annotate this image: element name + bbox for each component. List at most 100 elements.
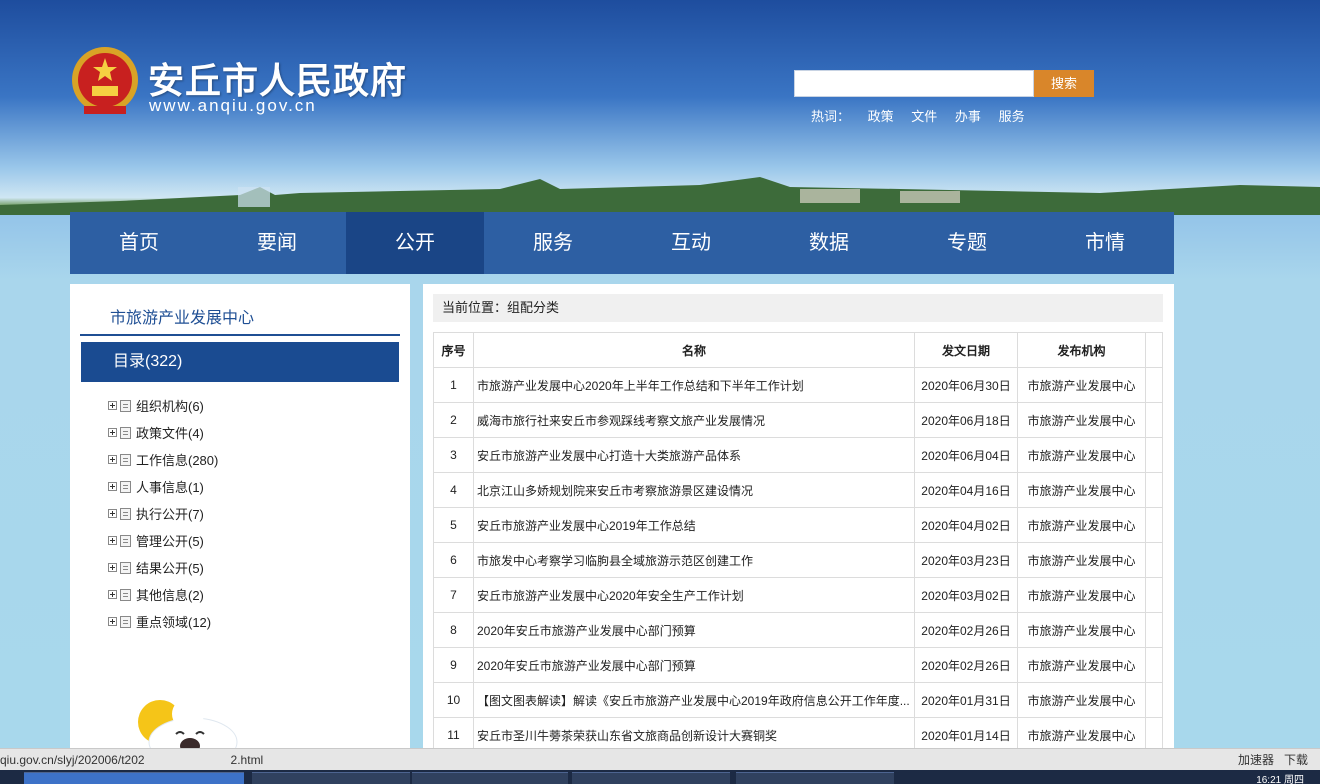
table-row[interactable]: 11 安丘市圣川牛蒡茶荣获山东省文旅商品创新设计大赛铜奖 2020年01月14日 市旅…	[433, 717, 1163, 748]
row-title-link[interactable]: 北京江山多娇规划院来安丘市考察旅游景区建设情况	[473, 472, 915, 508]
status-tools: 加速器 下载	[1238, 749, 1308, 771]
taskbar-window-button[interactable]	[736, 772, 894, 784]
tree-item-other-info[interactable]: 其他信息(2)	[108, 581, 218, 608]
document-icon	[120, 588, 131, 601]
search-button[interactable]: 搜索	[1034, 70, 1094, 97]
row-date: 2020年03月23日	[914, 542, 1018, 578]
document-icon	[120, 480, 131, 493]
row-number: 9	[433, 647, 474, 683]
table-row[interactable]: 8 2020年安丘市旅游产业发展中心部门预算 2020年02月26日 市旅游产业发展中…	[433, 612, 1163, 648]
main-content: 当前位置：组配分类 序号 名称 发文日期 发布机构 1 市旅游产业发展中心2020…	[423, 284, 1174, 748]
row-date: 2020年02月26日	[914, 647, 1018, 683]
tree-item-label: 其他信息(2)	[136, 588, 204, 603]
row-date: 2020年06月30日	[914, 367, 1018, 403]
table-row[interactable]: 2 威海市旅行社来安丘市参观踩线考察文旅产业发展情况 2020年06月18日 市旅游产…	[433, 402, 1163, 438]
nav-item-city-info[interactable]: 市情	[1036, 212, 1174, 274]
download-button[interactable]: 下载	[1284, 749, 1308, 771]
taskbar-window-button[interactable]	[412, 772, 568, 784]
catalog-header[interactable]: 目录(322)	[81, 342, 399, 382]
expand-plus-icon[interactable]	[108, 482, 117, 491]
sidebar: 市旅游产业发展中心 目录(322) 组织机构(6) 政策文件(4) 工作信息(2…	[70, 284, 410, 748]
row-number: 5	[433, 507, 474, 543]
nav-item-news[interactable]: 要闻	[208, 212, 346, 274]
row-spacer	[1145, 402, 1163, 438]
tree-item-label: 组织机构(6)	[136, 399, 204, 414]
nav-item-home[interactable]: 首页	[70, 212, 208, 274]
row-title-link[interactable]: 安丘市圣川牛蒡茶荣获山东省文旅商品创新设计大赛铜奖	[473, 717, 915, 748]
tree-item-personnel-info[interactable]: 人事信息(1)	[108, 473, 218, 500]
status-url: qiu.gov.cn/slyj/202006/t202 2.html	[0, 749, 263, 771]
expand-plus-icon[interactable]	[108, 563, 117, 572]
row-spacer	[1145, 717, 1163, 748]
row-number: 6	[433, 542, 474, 578]
nav-item-public[interactable]: 公开	[346, 212, 484, 274]
expand-plus-icon[interactable]	[108, 617, 117, 626]
row-org: 市旅游产业发展中心	[1017, 402, 1146, 438]
sidebar-org-title[interactable]: 市旅游产业发展中心	[110, 304, 254, 328]
table-row[interactable]: 6 市旅发中心考察学习临朐县全域旅游示范区创建工作 2020年03月23日 市旅游产业…	[433, 542, 1163, 578]
document-table: 序号 名称 发文日期 发布机构 1 市旅游产业发展中心2020年上半年工作总结和下…	[433, 332, 1163, 748]
row-title-link[interactable]: 2020年安丘市旅游产业发展中心部门预算	[473, 647, 915, 683]
tree-item-label: 执行公开(7)	[136, 507, 204, 522]
taskbar-window-button[interactable]	[572, 772, 730, 784]
row-title-link[interactable]: 安丘市旅游产业发展中心2019年工作总结	[473, 507, 915, 543]
table-row[interactable]: 9 2020年安丘市旅游产业发展中心部门预算 2020年02月26日 市旅游产业发展中…	[433, 647, 1163, 683]
row-org: 市旅游产业发展中心	[1017, 577, 1146, 613]
row-number: 8	[433, 612, 474, 648]
table-row[interactable]: 1 市旅游产业发展中心2020年上半年工作总结和下半年工作计划 2020年06月30…	[433, 367, 1163, 403]
status-url-tail: 2.html	[230, 753, 264, 767]
table-row[interactable]: 3 安丘市旅游产业发展中心打造十大类旅游产品体系 2020年06月04日 市旅游产业发…	[433, 437, 1163, 473]
expand-plus-icon[interactable]	[108, 428, 117, 437]
row-date: 2020年03月02日	[914, 577, 1018, 613]
hot-word-service[interactable]: 服务	[999, 109, 1025, 124]
tree-item-execution-public[interactable]: 执行公开(7)	[108, 500, 218, 527]
row-title-link[interactable]: 安丘市旅游产业发展中心2020年安全生产工作计划	[473, 577, 915, 613]
row-title-link[interactable]: 市旅游产业发展中心2020年上半年工作总结和下半年工作计划	[473, 367, 915, 403]
table-row[interactable]: 4 北京江山多娇规划院来安丘市考察旅游景区建设情况 2020年04月16日 市旅游产业…	[433, 472, 1163, 508]
row-title-link[interactable]: 威海市旅行社来安丘市参观踩线考察文旅产业发展情况	[473, 402, 915, 438]
hot-word-affairs[interactable]: 办事	[955, 109, 981, 124]
tree-item-key-areas[interactable]: 重点领域(12)	[108, 608, 218, 635]
search-input[interactable]	[794, 70, 1034, 97]
column-header-number: 序号	[433, 332, 474, 368]
row-org: 市旅游产业发展中心	[1017, 612, 1146, 648]
expand-plus-icon[interactable]	[108, 590, 117, 599]
tree-item-label: 政策文件(4)	[136, 426, 204, 441]
row-date: 2020年02月26日	[914, 612, 1018, 648]
row-title-link[interactable]: 安丘市旅游产业发展中心打造十大类旅游产品体系	[473, 437, 915, 473]
row-title-link[interactable]: 2020年安丘市旅游产业发展中心部门预算	[473, 612, 915, 648]
nav-item-topics[interactable]: 专题	[898, 212, 1036, 274]
tree-item-org-structure[interactable]: 组织机构(6)	[108, 392, 218, 419]
hot-word-policy[interactable]: 政策	[868, 109, 894, 124]
row-spacer	[1145, 367, 1163, 403]
table-row[interactable]: 7 安丘市旅游产业发展中心2020年安全生产工作计划 2020年03月02日 市旅游产…	[433, 577, 1163, 613]
accelerator-button[interactable]: 加速器	[1238, 749, 1274, 771]
nav-item-service[interactable]: 服务	[484, 212, 622, 274]
taskbar-window-button[interactable]	[252, 772, 410, 784]
row-title-link[interactable]: 市旅发中心考察学习临朐县全域旅游示范区创建工作	[473, 542, 915, 578]
tree-item-policy-docs[interactable]: 政策文件(4)	[108, 419, 218, 446]
hot-word-documents[interactable]: 文件	[911, 109, 937, 124]
tree-item-management-public[interactable]: 管理公开(5)	[108, 527, 218, 554]
expand-plus-icon[interactable]	[108, 455, 117, 464]
hot-words-label: 热词：	[811, 109, 851, 124]
row-date: 2020年04月02日	[914, 507, 1018, 543]
tree-item-work-info[interactable]: 工作信息(280)	[108, 446, 218, 473]
table-row[interactable]: 10 【图文图表解读】解读《安丘市旅游产业发展中心2019年政府信息公开工作年度.…	[433, 682, 1163, 718]
nav-item-data[interactable]: 数据	[760, 212, 898, 274]
tree-item-results-public[interactable]: 结果公开(5)	[108, 554, 218, 581]
row-org: 市旅游产业发展中心	[1017, 367, 1146, 403]
national-emblem-icon	[72, 47, 138, 114]
row-spacer	[1145, 577, 1163, 613]
nav-item-interaction[interactable]: 互动	[622, 212, 760, 274]
row-spacer	[1145, 612, 1163, 648]
expand-plus-icon[interactable]	[108, 509, 117, 518]
taskbar-window-button[interactable]	[24, 772, 244, 784]
row-title-link[interactable]: 【图文图表解读】解读《安丘市旅游产业发展中心2019年政府信息公开工作年度...	[473, 682, 915, 718]
row-spacer	[1145, 682, 1163, 718]
expand-plus-icon[interactable]	[108, 536, 117, 545]
table-row[interactable]: 5 安丘市旅游产业发展中心2019年工作总结 2020年04月02日 市旅游产业发展中…	[433, 507, 1163, 543]
expand-plus-icon[interactable]	[108, 401, 117, 410]
row-spacer	[1145, 647, 1163, 683]
city-skyline-illustration	[0, 177, 1320, 215]
